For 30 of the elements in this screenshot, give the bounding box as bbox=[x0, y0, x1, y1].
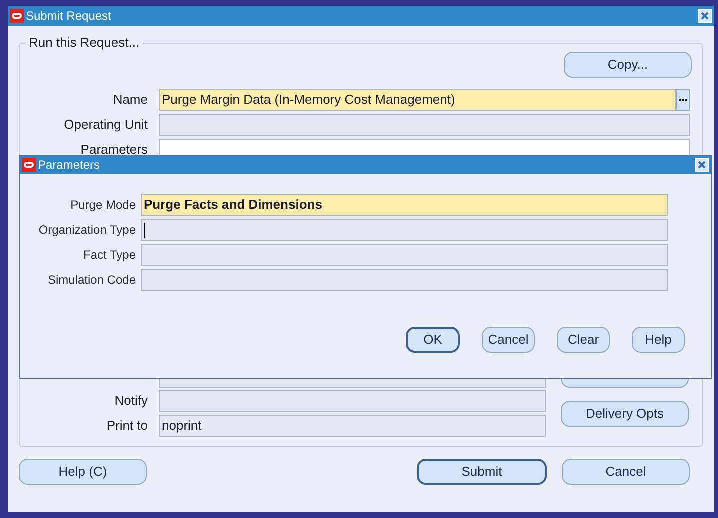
field-label: Organization Type bbox=[38, 222, 137, 239]
field-label: Name bbox=[112, 91, 149, 110]
window-title: Submit Request bbox=[26, 8, 112, 25]
help-button[interactable]: Help (C) bbox=[19, 459, 147, 485]
copy-button[interactable]: Copy... bbox=[564, 52, 692, 78]
delivery-options-button[interactable]: Delivery Opts bbox=[561, 401, 689, 427]
field-label: Purge Mode bbox=[70, 197, 137, 214]
ok-button[interactable]: OK bbox=[406, 327, 460, 353]
field-label: Simulation Code bbox=[46, 272, 137, 289]
field-label: Fact Type bbox=[82, 247, 137, 264]
submit-button[interactable]: Submit bbox=[417, 459, 547, 485]
help-button[interactable]: Help bbox=[632, 327, 685, 353]
close-button[interactable] bbox=[698, 9, 712, 23]
text-cursor bbox=[144, 222, 145, 238]
dialog-title: Parameters bbox=[38, 157, 102, 174]
field-label: Notify bbox=[114, 392, 149, 410]
cancel-button[interactable]: Cancel bbox=[562, 459, 690, 485]
field-label: Parameters bbox=[80, 141, 149, 160]
text-field[interactable]: noprint bbox=[159, 415, 546, 437]
list-of-values-button[interactable] bbox=[676, 89, 690, 111]
group-title: Run this Request... bbox=[26, 35, 143, 51]
cancel-button[interactable]: Cancel bbox=[482, 327, 535, 353]
oracle-logo-icon bbox=[22, 158, 36, 172]
field-label: Operating Unit bbox=[63, 116, 149, 134]
clear-button[interactable]: Clear bbox=[557, 327, 610, 353]
oracle-logo-icon bbox=[10, 9, 24, 23]
text-field[interactable]: Purge Margin Data (In-Memory Cost Management) bbox=[159, 89, 676, 111]
field-label: Print to bbox=[106, 417, 149, 436]
close-button[interactable] bbox=[695, 158, 709, 172]
text-field[interactable]: Purge Facts and Dimensions bbox=[141, 194, 668, 216]
